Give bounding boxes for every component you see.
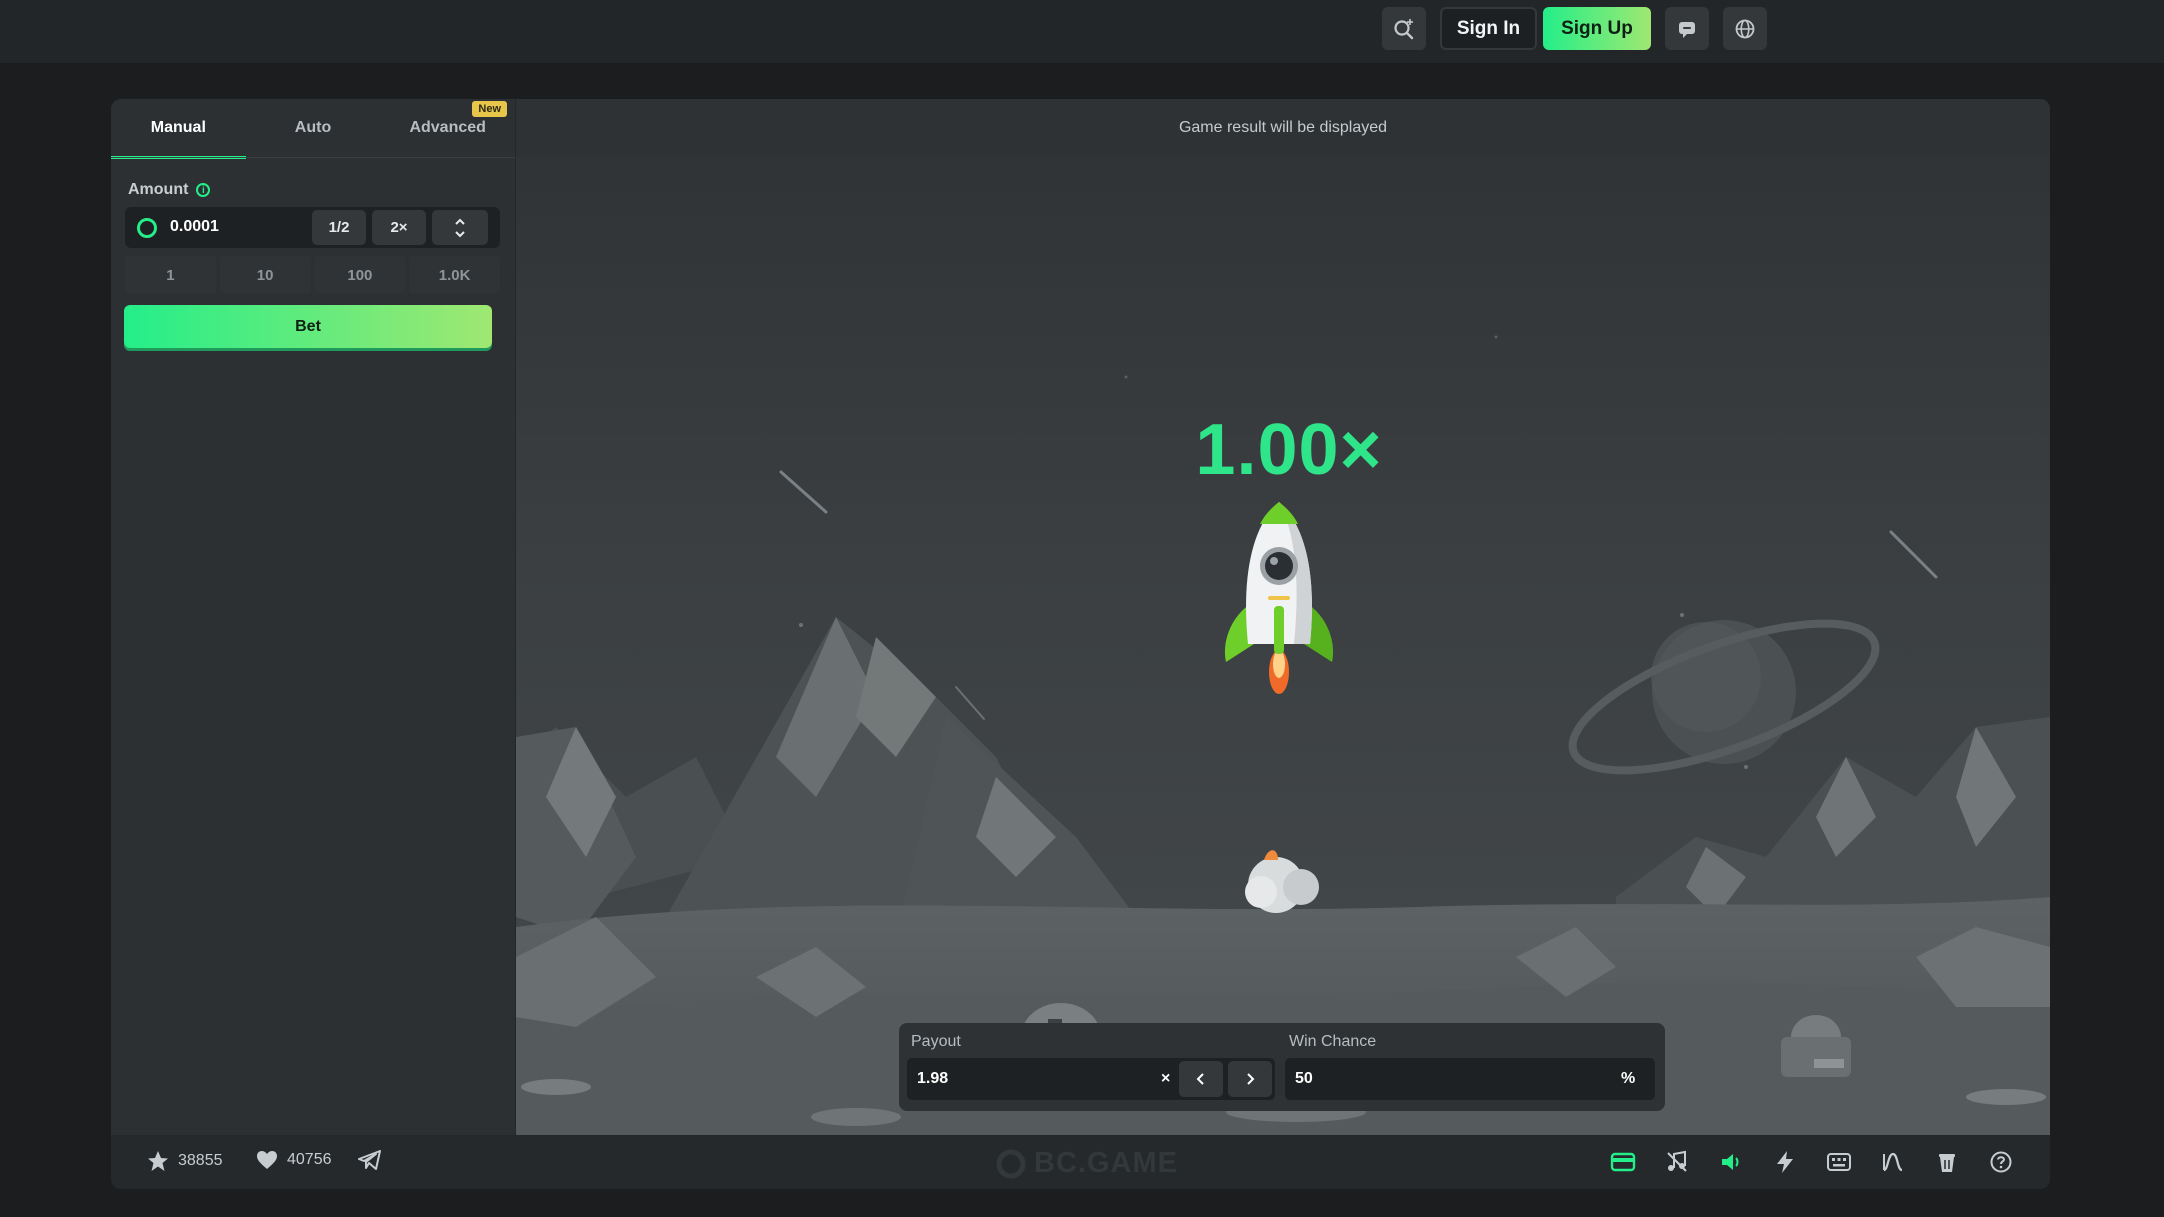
share-button[interactable] <box>358 1150 382 1170</box>
sign-up-button[interactable]: Sign Up <box>1543 7 1651 50</box>
top-header: Sign In Sign Up <box>0 0 2164 64</box>
likes-stat[interactable]: 40756 <box>256 1150 332 1170</box>
tab-auto-label: Auto <box>294 119 332 136</box>
payout-label: Payout <box>911 1033 961 1050</box>
payout-panel: Payout 1.98 × Win Chance 50 % <box>899 1023 1665 1111</box>
tabs-divider <box>111 157 515 158</box>
card-mode-button[interactable] <box>1609 1148 1637 1176</box>
fairness-button[interactable] <box>1933 1148 1961 1176</box>
lightning-icon <box>1777 1151 1793 1173</box>
card-icon <box>1610 1152 1636 1172</box>
tab-manual[interactable]: Manual <box>111 99 246 159</box>
music-icon <box>1667 1150 1687 1172</box>
game-panel: Manual Auto Advanced New Amount i 0.0001… <box>111 99 2050 1189</box>
favorites-stat[interactable]: 38855 <box>147 1150 223 1172</box>
win-chance-value: 50 <box>1295 1070 1313 1087</box>
payout-value: 1.98 <box>917 1070 949 1087</box>
win-chance-label: Win Chance <box>1289 1033 1377 1050</box>
payout-increase-button[interactable] <box>1228 1061 1272 1097</box>
game-area: Game result will be displayed 1.00× Payo… <box>516 99 2050 1135</box>
game-result-text: Game result will be displayed <box>516 99 2050 157</box>
bet-sidebar: Manual Auto Advanced New Amount i 0.0001… <box>111 99 517 1135</box>
chevron-right-icon <box>1247 1073 1255 1085</box>
help-icon <box>1990 1151 2012 1173</box>
tab-manual-label: Manual <box>150 119 206 136</box>
tab-auto[interactable]: Auto <box>246 99 381 157</box>
payout-decrease-button[interactable] <box>1179 1061 1223 1097</box>
globe-icon <box>1735 19 1755 38</box>
amount-label: Amount <box>128 181 189 198</box>
sound-icon <box>1722 1154 1739 1170</box>
currency-coin-icon[interactable] <box>137 218 157 238</box>
sound-button[interactable] <box>1717 1148 1745 1176</box>
quick-amount-100[interactable]: 100 <box>314 256 406 294</box>
tab-advanced[interactable]: Advanced New <box>380 99 515 157</box>
stats-button[interactable] <box>1879 1148 1907 1176</box>
bet-button[interactable]: Bet <box>124 305 492 348</box>
amount-stepper-button[interactable] <box>432 210 488 245</box>
mode-tabs: Manual Auto Advanced New <box>111 99 515 159</box>
payout-input[interactable]: 1.98 × <box>907 1058 1275 1100</box>
brand-watermark: BC.GAME <box>996 1147 1178 1180</box>
help-button[interactable] <box>1987 1148 2015 1176</box>
search-button[interactable] <box>1382 7 1426 50</box>
quick-amount-1[interactable]: 1 <box>125 256 216 294</box>
telegram-icon <box>358 1150 381 1170</box>
amount-label-row: Amount i <box>128 181 211 199</box>
star-icon <box>148 1151 168 1171</box>
language-button[interactable] <box>1723 7 1767 50</box>
sign-in-button[interactable]: Sign In <box>1440 7 1537 50</box>
fairness-icon <box>1939 1154 1955 1172</box>
quick-amount-10[interactable]: 10 <box>219 256 311 294</box>
win-chance-input[interactable]: 50 % <box>1285 1058 1655 1100</box>
favorites-count: 38855 <box>178 1152 223 1169</box>
chat-button[interactable] <box>1665 7 1709 50</box>
quick-amount-row: 1 10 100 1.0K <box>125 256 500 294</box>
quick-amount-1k[interactable]: 1.0K <box>409 256 500 294</box>
amount-input[interactable]: 0.0001 1/2 2× <box>125 207 500 248</box>
chart-icon <box>1883 1152 1903 1172</box>
chevron-left-icon <box>1196 1073 1204 1085</box>
bottom-toolbar: 38855 40756 BC.GAME <box>111 1135 2050 1189</box>
search-icon <box>1394 18 1414 39</box>
multiplier-display: 1.00× <box>1195 410 1383 490</box>
double-amount-button[interactable]: 2× <box>372 210 426 245</box>
music-button[interactable] <box>1663 1148 1691 1176</box>
rocket-icon <box>1224 502 1334 694</box>
amount-value: 0.0001 <box>170 218 219 235</box>
bc-logo-icon <box>996 1149 1026 1178</box>
keyboard-icon <box>1827 1153 1851 1171</box>
hotkeys-button[interactable] <box>1825 1148 1853 1176</box>
half-amount-button[interactable]: 1/2 <box>312 210 366 245</box>
chevron-up-down-icon <box>455 218 465 237</box>
likes-count: 40756 <box>287 1151 332 1168</box>
turbo-button[interactable] <box>1771 1148 1799 1176</box>
heart-icon <box>257 1151 277 1169</box>
new-badge: New <box>472 101 508 117</box>
chat-icon <box>1679 21 1695 38</box>
brand-name: BC.GAME <box>1034 1147 1178 1179</box>
tab-advanced-label: Advanced <box>409 119 486 136</box>
win-chance-suffix: % <box>1621 1070 1636 1087</box>
info-icon[interactable]: i <box>196 183 211 197</box>
payout-suffix: × <box>1161 1070 1171 1087</box>
